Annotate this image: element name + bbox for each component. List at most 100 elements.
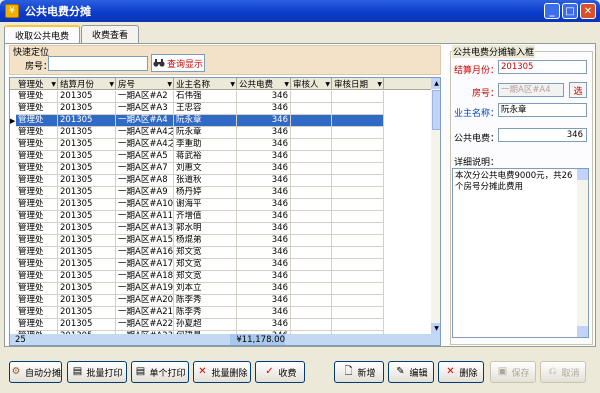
table-cell[interactable] <box>291 319 332 331</box>
table-cell[interactable] <box>332 103 384 115</box>
table-cell[interactable]: 一期A区#A8 <box>116 175 174 187</box>
table-cell[interactable]: 郑文宽 <box>174 259 237 271</box>
table-cell[interactable]: 一期A区#A16 <box>116 247 174 259</box>
table-cell[interactable]: 一期A区#A9 <box>116 187 174 199</box>
table-cell[interactable] <box>291 175 332 187</box>
table-cell[interactable]: 管理处 <box>16 115 58 127</box>
table-cell[interactable]: 阮永章 <box>174 127 237 139</box>
table-cell[interactable] <box>332 271 384 283</box>
table-cell[interactable]: 201305 <box>58 295 116 307</box>
table-cell[interactable]: 一期A区#A19 <box>116 283 174 295</box>
table-cell[interactable]: 一期A区#A20 <box>116 295 174 307</box>
table-cell[interactable]: 管理处 <box>16 139 58 151</box>
table-cell[interactable]: 王忠容 <box>174 103 237 115</box>
table-row[interactable]: 管理处 201305 一期A区#A2 石伟强 346 <box>10 91 384 103</box>
table-cell[interactable]: 346 <box>237 319 291 331</box>
filter-dropdown-icon[interactable]: ▼ <box>325 81 330 88</box>
table-cell[interactable]: 346 <box>237 127 291 139</box>
filter-dropdown-icon[interactable]: ▼ <box>109 81 114 88</box>
table-row[interactable]: 管理处 201305 一期A区#A15 杨焜弟 346 <box>10 235 384 247</box>
table-cell[interactable] <box>332 163 384 175</box>
table-cell[interactable]: 蒋武裕 <box>174 151 237 163</box>
column-header[interactable]: 管理处 ▼ <box>16 78 58 90</box>
batch-delete-button[interactable]: ✕ 批量删除 <box>193 361 251 383</box>
table-cell[interactable] <box>291 307 332 319</box>
table-row[interactable]: 管理处201305一期A区#A4之2李重助346 <box>10 139 384 151</box>
table-cell[interactable]: 346 <box>237 175 291 187</box>
table-cell[interactable]: 管理处 <box>16 199 58 211</box>
table-cell[interactable]: 346 <box>237 271 291 283</box>
table-cell[interactable]: 一期A区#A4之1 <box>116 127 174 139</box>
table-cell[interactable]: 陈李秀 <box>174 307 237 319</box>
table-cell[interactable]: 346 <box>237 91 291 103</box>
maximize-button[interactable]: □ <box>562 3 578 19</box>
table-cell[interactable]: 一期A区#A22 <box>116 319 174 331</box>
table-cell[interactable] <box>291 235 332 247</box>
table-row[interactable]: 管理处 201305 一期A区#A10 谢海平 346 <box>10 199 384 211</box>
minimize-button[interactable]: _ <box>544 3 560 19</box>
table-cell[interactable]: 346 <box>237 187 291 199</box>
owner-field[interactable]: 阮永章 <box>498 103 587 117</box>
table-cell[interactable]: 管理处 <box>16 259 58 271</box>
table-cell[interactable]: 201305 <box>58 283 116 295</box>
month-field[interactable]: 201305 <box>498 60 587 74</box>
batch-print-button[interactable]: ▤ 批量打印 <box>67 361 127 383</box>
edit-button[interactable]: ✎ 编辑 <box>388 361 434 383</box>
detail-textarea[interactable]: 本次分公共电费9000元，共26个房号分摊此费用 <box>452 168 589 338</box>
table-row[interactable]: 管理处 201305 一期A区#A13 郭水明 346 <box>10 223 384 235</box>
table-cell[interactable] <box>332 247 384 259</box>
table-cell[interactable] <box>332 199 384 211</box>
table-row[interactable]: 管理处 201305 一期A区#A18 郑文宽 346 <box>10 271 384 283</box>
select-room-button[interactable]: 选 <box>569 82 587 98</box>
table-cell[interactable]: 346 <box>237 151 291 163</box>
table-cell[interactable] <box>291 91 332 103</box>
room-field[interactable]: 一期A区#A4 <box>498 83 564 97</box>
table-cell[interactable]: 346 <box>237 115 291 127</box>
table-cell[interactable] <box>332 223 384 235</box>
table-cell[interactable]: 一期A区#A18 <box>116 271 174 283</box>
column-header[interactable]: 业主名称 ▼ <box>174 78 237 90</box>
tab-fee-view[interactable]: 收费查看 <box>81 25 140 43</box>
table-row[interactable]: 管理处 201305 一期A区#A7 刘惠文 346 <box>10 163 384 175</box>
table-cell[interactable]: 201305 <box>58 271 116 283</box>
table-cell[interactable]: 346 <box>237 211 291 223</box>
table-cell[interactable] <box>291 187 332 199</box>
table-cell[interactable]: 管理处 <box>16 187 58 199</box>
table-cell[interactable] <box>332 91 384 103</box>
table-cell[interactable] <box>332 211 384 223</box>
table-cell[interactable] <box>332 307 384 319</box>
scroll-down-icon[interactable]: ▼ <box>431 323 440 334</box>
table-cell[interactable]: 管理处 <box>16 307 58 319</box>
table-cell[interactable]: 李重助 <box>174 139 237 151</box>
detail-scrollbar[interactable] <box>577 169 588 337</box>
table-cell[interactable] <box>332 235 384 247</box>
table-cell[interactable]: 孙夏超 <box>174 319 237 331</box>
table-row[interactable]: ▶ 管理处 201305 一期A区#A4 阮永章 346 <box>10 115 384 127</box>
table-cell[interactable] <box>291 259 332 271</box>
table-cell[interactable]: 346 <box>237 199 291 211</box>
cancel-button[interactable]: ⎌ 取消 <box>540 361 586 383</box>
table-cell[interactable]: 一期A区#A2 <box>116 91 174 103</box>
table-cell[interactable] <box>332 259 384 271</box>
table-cell[interactable]: 346 <box>237 103 291 115</box>
column-header[interactable]: 结算月份 ▼ <box>58 78 116 90</box>
scroll-thumb[interactable] <box>432 90 440 130</box>
table-row[interactable]: 管理处 201305 一期A区#A8 张道秋 346 <box>10 175 384 187</box>
table-cell[interactable]: 杨焜弟 <box>174 235 237 247</box>
table-cell[interactable]: 管理处 <box>16 223 58 235</box>
filter-dropdown-icon[interactable]: ▼ <box>167 81 172 88</box>
table-cell[interactable]: 杨丹婷 <box>174 187 237 199</box>
table-cell[interactable]: 齐增值 <box>174 211 237 223</box>
table-cell[interactable]: 管理处 <box>16 91 58 103</box>
table-cell[interactable]: 一期A区#A10 <box>116 199 174 211</box>
table-cell[interactable]: 管理处 <box>16 103 58 115</box>
fee-field[interactable]: 346 <box>498 128 587 142</box>
table-cell[interactable]: 阮永章 <box>174 115 237 127</box>
table-cell[interactable]: 201305 <box>58 139 116 151</box>
table-row[interactable]: 管理处 201305 一期A区#A22 孙夏超 346 <box>10 319 384 331</box>
table-cell[interactable]: 一期A区#A15 <box>116 235 174 247</box>
filter-dropdown-icon[interactable]: ▼ <box>230 81 235 88</box>
table-cell[interactable]: 201305 <box>58 223 116 235</box>
table-cell[interactable]: 管理处 <box>16 235 58 247</box>
table-cell[interactable]: 谢海平 <box>174 199 237 211</box>
